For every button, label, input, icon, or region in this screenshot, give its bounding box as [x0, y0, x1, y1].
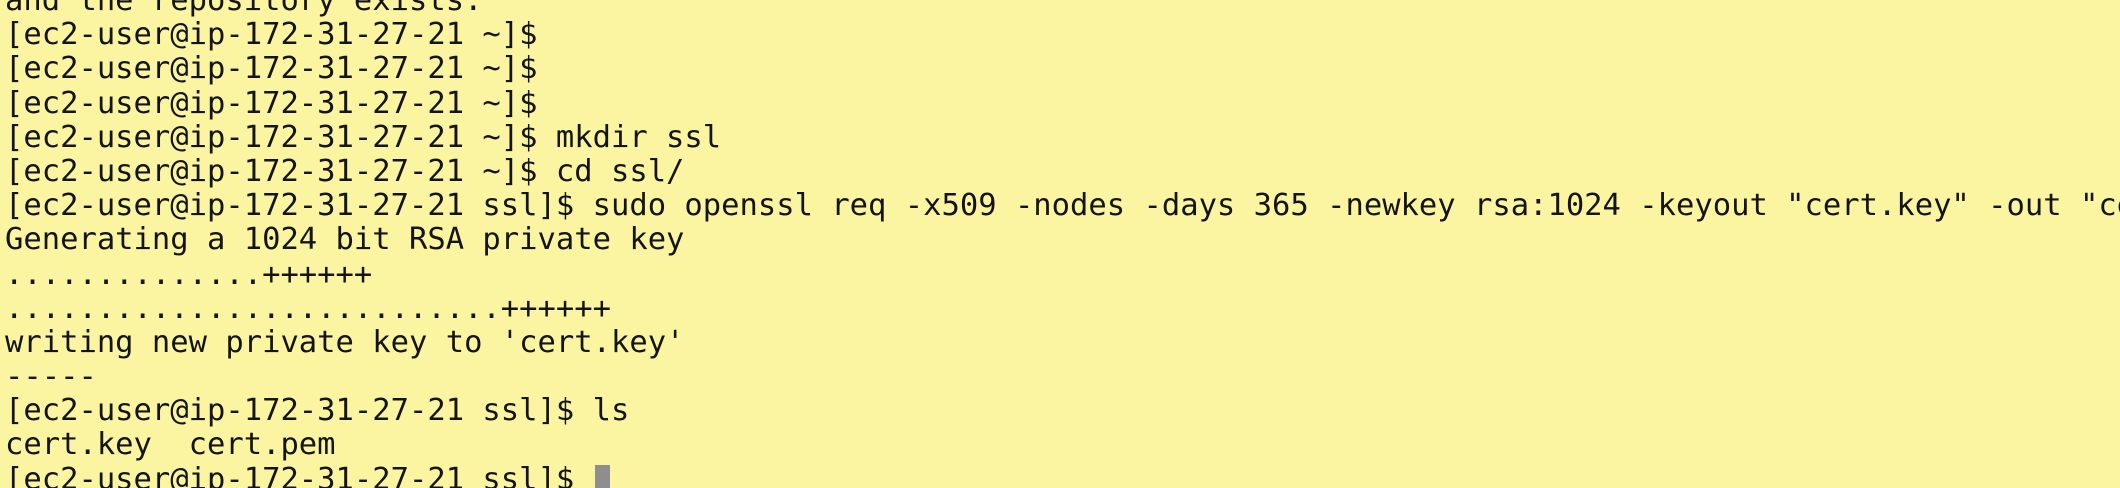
terminal-line: [ec2-user@ip-172-31-27-21 ~]$ cd ssl/ — [5, 153, 685, 189]
terminal-line: [ec2-user@ip-172-31-27-21 ~]$ — [5, 51, 538, 87]
terminal-line: Generating a 1024 bit RSA private key — [5, 222, 685, 258]
terminal-output: and the repository exists. [ec2-user@ip-… — [5, 0, 2120, 488]
terminal-cursor — [594, 464, 610, 488]
terminal-line: and the repository exists. — [5, 0, 483, 18]
terminal-prompt: [ec2-user@ip-172-31-27-21 ssl]$ — [5, 461, 593, 488]
terminal-window[interactable]: and the repository exists. [ec2-user@ip-… — [0, 0, 2120, 488]
terminal-line: cert.key cert.pem — [5, 427, 336, 463]
terminal-line: ...........................++++++ — [5, 290, 611, 326]
terminal-line: [ec2-user@ip-172-31-27-21 ~]$ — [5, 85, 538, 121]
terminal-line: ----- — [5, 359, 97, 395]
terminal-line: ..............++++++ — [5, 256, 373, 292]
terminal-line: [ec2-user@ip-172-31-27-21 ~]$ mkdir ssl — [5, 119, 722, 155]
terminal-line: [ec2-user@ip-172-31-27-21 ssl]$ ls — [5, 393, 630, 429]
terminal-prompt-line[interactable]: [ec2-user@ip-172-31-27-21 ssl]$ — [5, 461, 2120, 488]
terminal-line: writing new private key to 'cert.key' — [5, 324, 685, 360]
terminal-line: [ec2-user@ip-172-31-27-21 ssl]$ sudo ope… — [5, 188, 2120, 224]
terminal-line: [ec2-user@ip-172-31-27-21 ~]$ — [5, 17, 538, 53]
